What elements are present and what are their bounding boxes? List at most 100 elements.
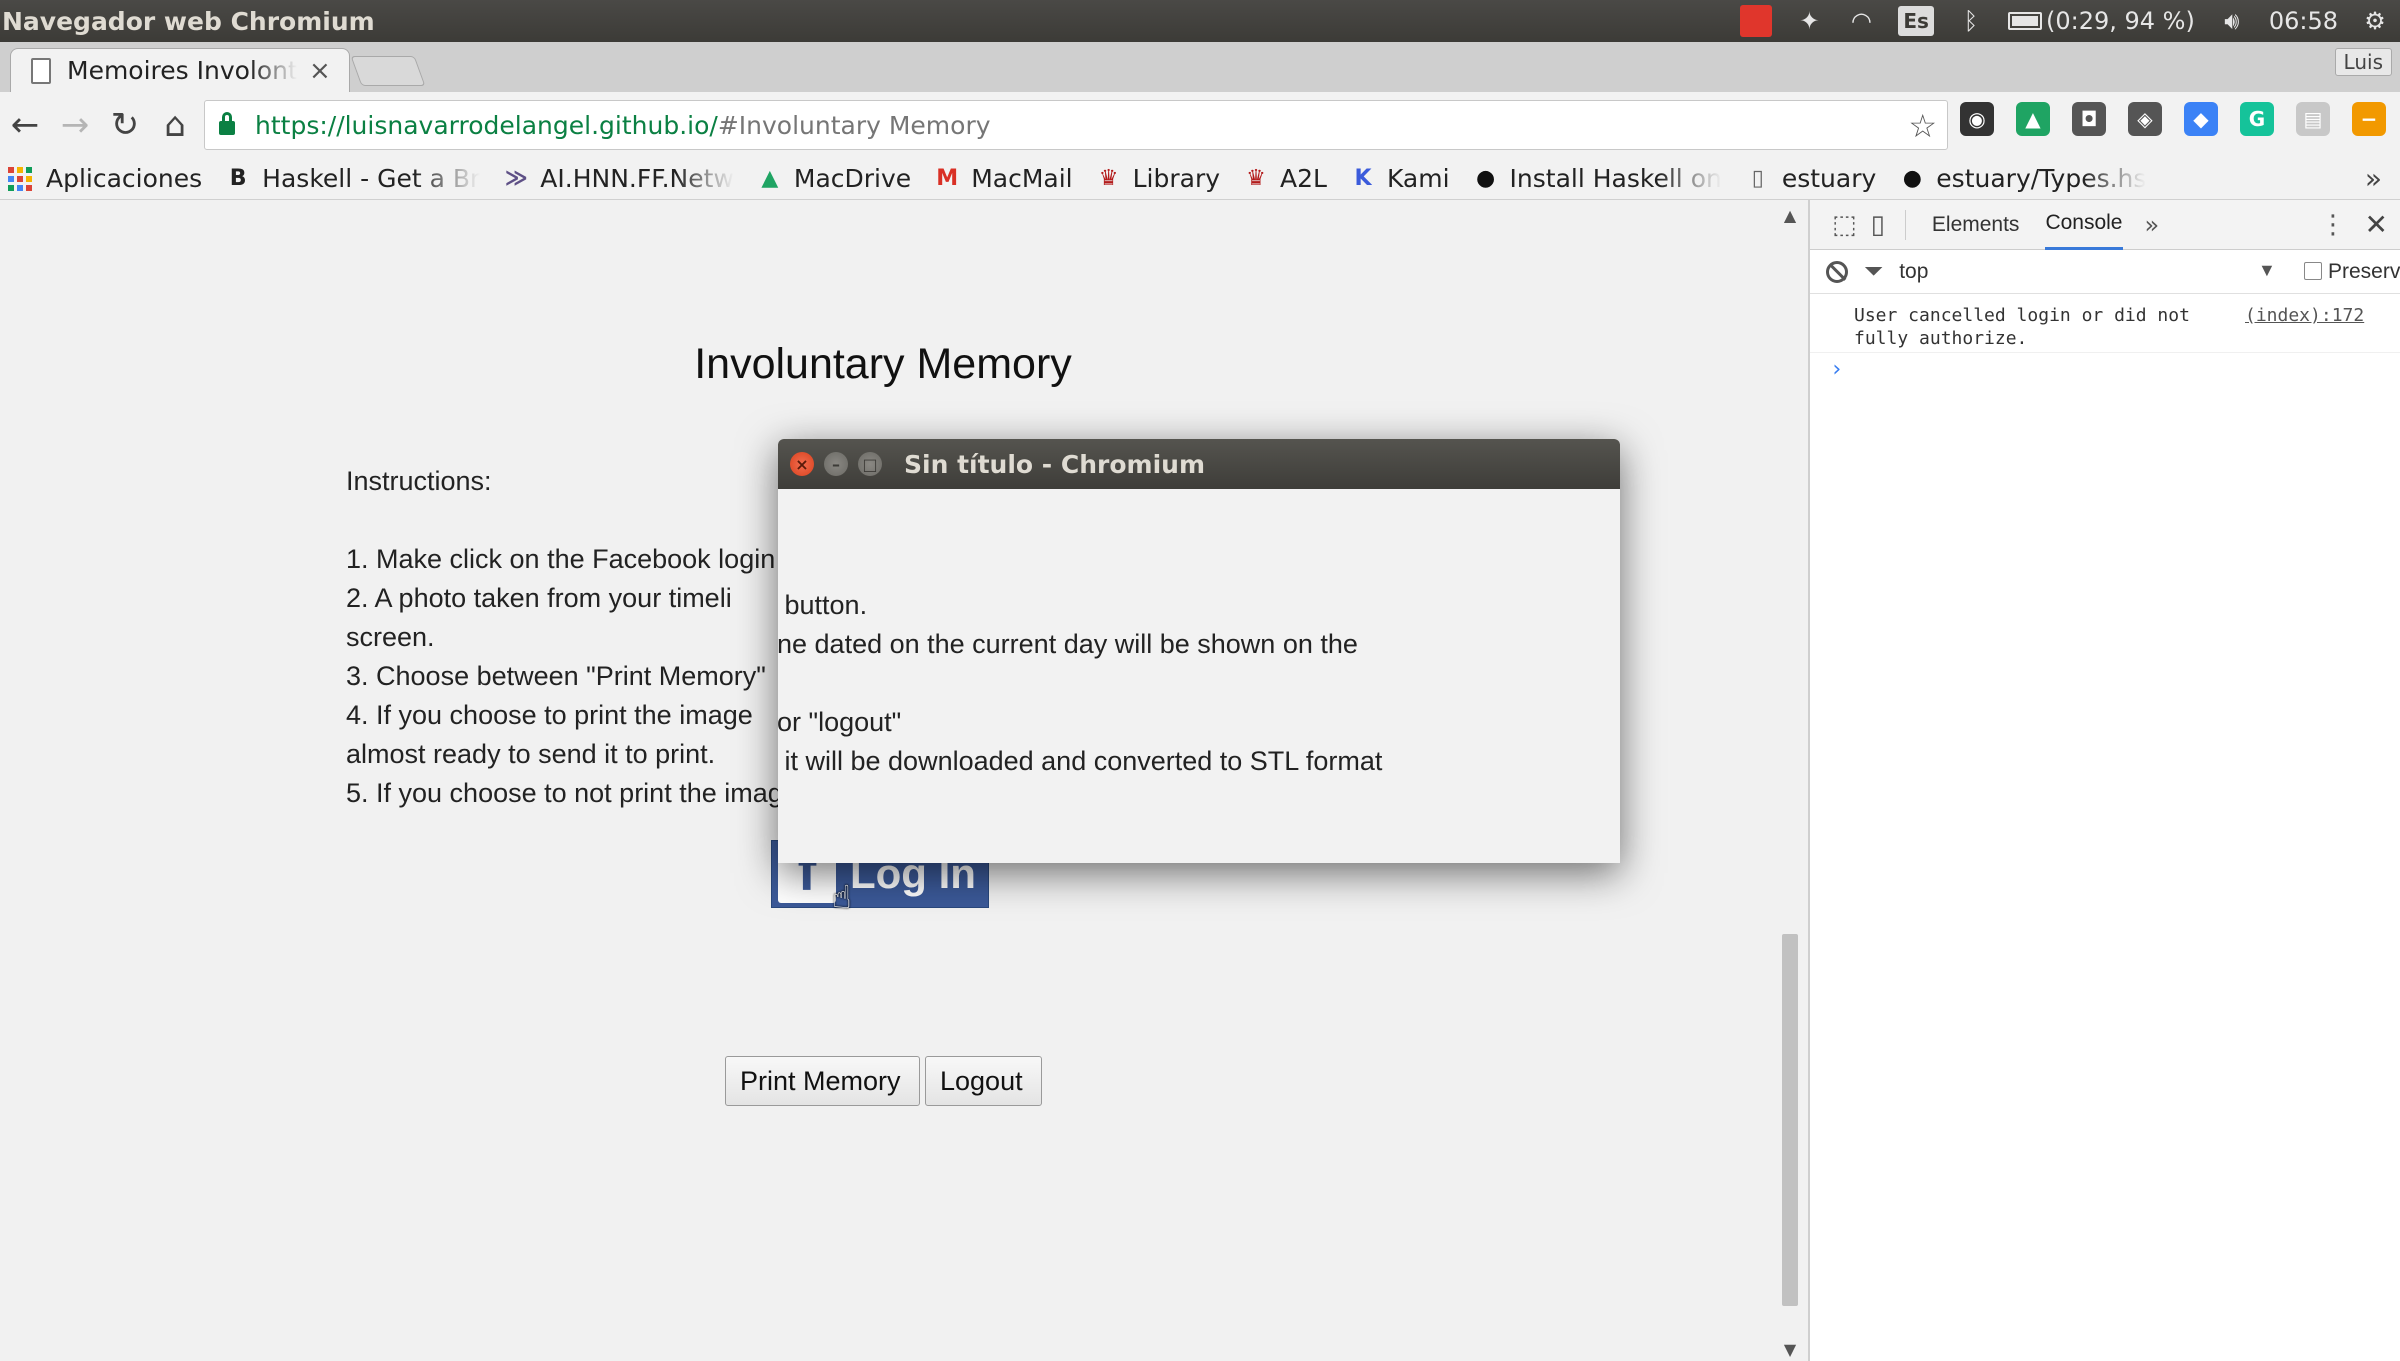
devtools-tabbar: ⬚ ▯ Elements Console » ⋮ ✕ [1810,200,2400,250]
inspect-element-icon[interactable]: ⬚ [1832,210,1857,240]
pocket-icon[interactable]: ◈ [2128,102,2162,136]
bookmark-item[interactable]: ● Install Haskell on [1472,164,1722,193]
scroll-down-arrow-icon[interactable]: ▼ [1776,1340,1804,1359]
browser-toolbar: ← → ↻ ⌂ https://luisnavarrodelangel.gith… [0,92,2400,158]
google-drive-icon: ▲ [761,166,779,191]
tab-console[interactable]: Console [2045,200,2123,250]
tab-title: Memoires Involontaires [67,56,297,85]
a2l-crest-icon: ♛ [1246,166,1266,191]
close-icon[interactable]: ✕ [2365,208,2388,241]
bookmark-star-icon[interactable]: ☆ [1908,107,1937,145]
bluetooth-icon[interactable]: ᛒ [1956,6,1986,36]
more-tabs-icon[interactable]: » [2145,211,2160,239]
print-memory-button[interactable]: Print Memory [725,1056,920,1106]
tab-strip: Memoires Involontaires × Luis [0,42,2400,92]
battery-indicator[interactable]: (0:29, 94 %) [2007,6,2195,36]
console-message-source-link[interactable]: (index):172 [2245,304,2364,327]
tab-close-icon[interactable]: × [309,56,331,86]
github-icon: ● [1902,166,1922,191]
divider [1904,209,1906,240]
console-message: User cancelled login or did not fully au… [1810,294,2400,353]
document-icon: ▯ [1751,166,1764,191]
forward-arrow-icon[interactable]: → [50,100,100,150]
bookmark-item[interactable]: ♛ A2L [1242,164,1327,193]
console-filterbar: ⏷ top ▼ Preserve log [1810,250,2400,294]
os-top-panel: Navegador web Chromium ✦ ◠ Es ᛒ (0:29, 9… [0,0,2400,42]
back-arrow-icon[interactable]: ← [0,100,50,150]
bookmarks-overflow-icon[interactable]: » [2365,162,2382,195]
orange-extension-icon[interactable]: − [2352,102,2386,136]
chevron-down-icon[interactable]: ▼ [2258,260,2276,281]
bookmark-label: A2L [1280,164,1327,193]
devtools-panel: ⬚ ▯ Elements Console » ⋮ ✕ ⏷ top ▼ Prese… [1808,200,2400,1361]
bookmark-item[interactable]: ▯ estuary [1744,164,1877,193]
device-toggle-icon[interactable]: ▯ [1871,210,1885,240]
apps-grid-icon [8,166,32,191]
grey-extension-icon[interactable]: ▤ [2296,102,2330,136]
new-tab-button[interactable] [350,56,426,86]
battery-status: (0:29, 94 %) [2045,7,2195,35]
window-close-icon[interactable]: × [790,452,814,476]
extension-icons: ◉ ▲ ◘ ◈ ◆ G ▤ − [1960,102,2386,136]
scrollbar-thumb[interactable] [1782,934,1798,1306]
page-scrollbar[interactable]: ▲ ▼ [1776,200,1804,1361]
volume-icon[interactable]: 🔊︎ [2217,6,2247,36]
popup-text-line: or "logout" [778,707,902,737]
bookmark-label: MacMail [971,164,1073,193]
record-indicator-icon[interactable] [1740,5,1773,37]
wifi-icon[interactable]: ◠ [1846,6,1876,36]
bookmark-label: Aplicaciones [46,164,203,193]
blogger-b-icon: B [229,166,247,191]
bookmark-item[interactable]: B Haskell - Get a Br [224,164,481,193]
tab-elements[interactable]: Elements [1932,200,2020,250]
bookmark-label: estuary [1781,164,1877,193]
bookmark-label: Library [1132,164,1221,193]
bookmark-item[interactable]: M MacMail [933,164,1072,193]
bookmark-item[interactable]: K Kami [1349,164,1450,193]
bookmark-item[interactable]: ● estuary/Types.hs [1898,164,2147,193]
tab-active[interactable]: Memoires Involontaires × [10,48,350,92]
logout-button[interactable]: Logout [925,1056,1042,1106]
grammarly-icon[interactable]: G [2240,102,2274,136]
dropbox-icon[interactable]: ✦ [1794,6,1824,36]
bookmark-label: Kami [1386,164,1450,193]
lock-icon [219,112,235,135]
reload-icon[interactable]: ↻ [100,100,150,150]
google-drive-icon[interactable]: ▲ [2016,102,2050,136]
shield-extension-icon[interactable]: ◘ [2072,102,2106,136]
window-minimize-icon[interactable]: – [824,452,848,476]
bookmark-item[interactable]: ▲ MacDrive [756,164,911,193]
bookmark-item[interactable]: ≫ AI.HNN.FF.Netw [502,164,734,193]
filter-icon[interactable]: ⏷ [1864,258,1883,286]
bookmark-label: estuary/Types.hs [1936,164,2147,193]
bookmark-item[interactable]: ♛ Library [1095,164,1220,193]
bookmarks-bar: Aplicaciones B Haskell - Get a Br ≫ AI.HNN.F… [0,158,2400,200]
mask-extension-icon[interactable]: ◉ [1960,102,1994,136]
preserve-log-label[interactable]: Preserve log [2328,260,2400,284]
kebab-menu-icon[interactable]: ⋮ [2320,210,2346,240]
popup-titlebar[interactable]: × – □ Sin título - Chromium [778,439,1620,489]
address-bar[interactable]: https://luisnavarrodelangel.github.io/#I… [204,100,1948,150]
keyboard-language-indicator[interactable]: Es [1898,6,1934,36]
haskell-icon: ≫ [504,166,528,191]
scroll-up-arrow-icon[interactable]: ▲ [1776,206,1804,225]
console-message-text: User cancelled login or did not fully au… [1854,305,2190,349]
popup-text: button. ne dated on the current day will … [778,586,1382,781]
popup-text-line: button. [778,590,868,620]
context-selector[interactable]: top [1899,260,1928,284]
clear-console-icon[interactable] [1826,260,1848,283]
preserve-log-checkbox[interactable] [2304,262,2322,280]
popup-text-line: ne dated on the current day will be show… [778,629,1358,659]
profile-button[interactable]: Luis [2334,48,2392,76]
home-icon[interactable]: ⌂ [150,100,200,150]
console-prompt[interactable]: › [1810,353,2400,382]
bookmark-item[interactable]: Aplicaciones [8,164,202,193]
window-maximize-icon[interactable]: □ [858,452,882,476]
url-text[interactable]: https://luisnavarrodelangel.github.io/#I… [255,111,991,140]
popup-text-line: it will be downloaded and converted to S… [778,746,1383,776]
bookmark-label: Install Haskell on [1509,164,1722,193]
github-icon: ● [1475,166,1496,191]
gear-icon[interactable]: ⚙ [2360,6,2390,36]
clock[interactable]: 06:58 [2269,6,2338,36]
blue-extension-icon[interactable]: ◆ [2184,102,2218,136]
